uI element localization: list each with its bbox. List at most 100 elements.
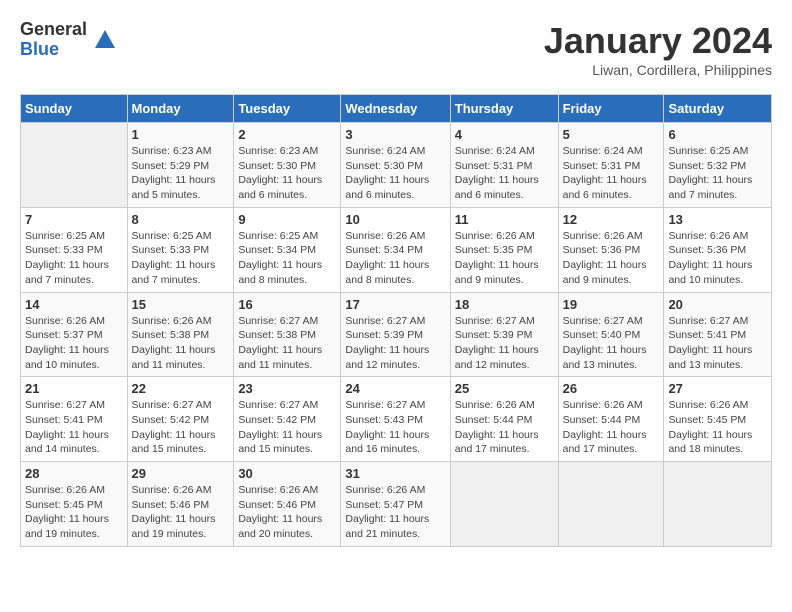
page-header: General Blue January 2024 Liwan, Cordill… (20, 20, 772, 78)
header-friday: Friday (558, 95, 664, 123)
calendar-table: SundayMondayTuesdayWednesdayThursdayFrid… (20, 94, 772, 547)
calendar-cell: 18Sunrise: 6:27 AM Sunset: 5:39 PM Dayli… (450, 292, 558, 377)
calendar-cell: 8 Sunrise: 6:25 AM Sunset: 5:33 PM Daylig… (127, 207, 234, 292)
day-info: Sunrise: 6:26 AM Sunset: 5:47 PM Dayligh… (345, 483, 445, 542)
day-info: Sunrise: 6:25 AM Sunset: 5:34 PM Dayligh… (238, 229, 336, 288)
day-info: Sunrise: 6:23 AM Sunset: 5:30 PM Dayligh… (238, 144, 336, 203)
header-thursday: Thursday (450, 95, 558, 123)
day-number: 22 (132, 381, 230, 396)
day-number: 8 (132, 212, 230, 227)
calendar-cell: 14 Sunrise: 6:26 AM Sunset: 5:37 PM Dayli… (21, 292, 128, 377)
calendar-cell: 24 Sunrise: 6:27 AM Sunset: 5:43 PM Dayli… (341, 377, 450, 462)
calendar-cell: 22 Sunrise: 6:27 AM Sunset: 5:42 PM Dayli… (127, 377, 234, 462)
month-title: January 2024 (544, 20, 772, 62)
day-info: Sunrise: 6:26 AM Sunset: 5:35 PM Dayligh… (455, 229, 554, 288)
day-number: 24 (345, 381, 445, 396)
calendar-cell: 23Sunrise: 6:27 AM Sunset: 5:42 PM Dayli… (234, 377, 341, 462)
day-number: 3 (345, 127, 445, 142)
day-info: Sunrise: 6:26 AM Sunset: 5:34 PM Dayligh… (345, 229, 445, 288)
header-tuesday: Tuesday (234, 95, 341, 123)
day-info: Sunrise: 6:27 AM Sunset: 5:42 PM Dayligh… (132, 398, 230, 457)
day-number: 11 (455, 212, 554, 227)
day-info: Sunrise: 6:24 AM Sunset: 5:30 PM Dayligh… (345, 144, 445, 203)
day-info: Sunrise: 6:27 AM Sunset: 5:40 PM Dayligh… (563, 314, 660, 373)
calendar-header: SundayMondayTuesdayWednesdayThursdayFrid… (21, 95, 772, 123)
day-number: 17 (345, 297, 445, 312)
calendar-cell: 1Sunrise: 6:23 AM Sunset: 5:29 PM Daylig… (127, 123, 234, 208)
day-number: 26 (563, 381, 660, 396)
day-info: Sunrise: 6:26 AM Sunset: 5:37 PM Dayligh… (25, 314, 123, 373)
calendar-cell: 6Sunrise: 6:25 AM Sunset: 5:32 PM Daylig… (664, 123, 772, 208)
day-number: 7 (25, 212, 123, 227)
day-number: 15 (132, 297, 230, 312)
day-info: Sunrise: 6:26 AM Sunset: 5:36 PM Dayligh… (563, 229, 660, 288)
day-number: 2 (238, 127, 336, 142)
day-info: Sunrise: 6:27 AM Sunset: 5:39 PM Dayligh… (345, 314, 445, 373)
calendar-cell (21, 123, 128, 208)
calendar-cell: 2 Sunrise: 6:23 AM Sunset: 5:30 PM Daylig… (234, 123, 341, 208)
day-info: Sunrise: 6:25 AM Sunset: 5:33 PM Dayligh… (132, 229, 230, 288)
calendar-cell: 10 Sunrise: 6:26 AM Sunset: 5:34 PM Dayli… (341, 207, 450, 292)
calendar-cell: 17 Sunrise: 6:27 AM Sunset: 5:39 PM Dayli… (341, 292, 450, 377)
day-info: Sunrise: 6:27 AM Sunset: 5:41 PM Dayligh… (25, 398, 123, 457)
logo-icon (91, 26, 119, 54)
calendar-cell: 4 Sunrise: 6:24 AM Sunset: 5:31 PM Daylig… (450, 123, 558, 208)
title-section: January 2024 Liwan, Cordillera, Philippi… (544, 20, 772, 78)
day-info: Sunrise: 6:26 AM Sunset: 5:46 PM Dayligh… (132, 483, 230, 542)
day-number: 13 (668, 212, 767, 227)
calendar-cell: 28Sunrise: 6:26 AM Sunset: 5:45 PM Dayli… (21, 462, 128, 547)
calendar-cell: 5Sunrise: 6:24 AM Sunset: 5:31 PM Daylig… (558, 123, 664, 208)
location-subtitle: Liwan, Cordillera, Philippines (544, 62, 772, 78)
day-number: 29 (132, 466, 230, 481)
day-info: Sunrise: 6:25 AM Sunset: 5:33 PM Dayligh… (25, 229, 123, 288)
calendar-cell: 20Sunrise: 6:27 AM Sunset: 5:41 PM Dayli… (664, 292, 772, 377)
day-info: Sunrise: 6:26 AM Sunset: 5:44 PM Dayligh… (563, 398, 660, 457)
day-info: Sunrise: 6:26 AM Sunset: 5:44 PM Dayligh… (455, 398, 554, 457)
day-number: 9 (238, 212, 336, 227)
calendar-cell: 19 Sunrise: 6:27 AM Sunset: 5:40 PM Dayli… (558, 292, 664, 377)
calendar-week-3: 14 Sunrise: 6:26 AM Sunset: 5:37 PM Dayli… (21, 292, 772, 377)
calendar-cell: 27Sunrise: 6:26 AM Sunset: 5:45 PM Dayli… (664, 377, 772, 462)
day-number: 12 (563, 212, 660, 227)
calendar-week-2: 7 Sunrise: 6:25 AM Sunset: 5:33 PM Daylig… (21, 207, 772, 292)
header-sunday: Sunday (21, 95, 128, 123)
calendar-cell: 30Sunrise: 6:26 AM Sunset: 5:46 PM Dayli… (234, 462, 341, 547)
calendar-week-5: 28Sunrise: 6:26 AM Sunset: 5:45 PM Dayli… (21, 462, 772, 547)
calendar-cell: 29 Sunrise: 6:26 AM Sunset: 5:46 PM Dayli… (127, 462, 234, 547)
calendar-cell (558, 462, 664, 547)
logo-blue-text: Blue (20, 40, 87, 60)
day-number: 19 (563, 297, 660, 312)
day-number: 4 (455, 127, 554, 142)
day-number: 25 (455, 381, 554, 396)
day-info: Sunrise: 6:27 AM Sunset: 5:39 PM Dayligh… (455, 314, 554, 373)
calendar-cell: 11 Sunrise: 6:26 AM Sunset: 5:35 PM Dayli… (450, 207, 558, 292)
day-number: 14 (25, 297, 123, 312)
calendar-cell: 9 Sunrise: 6:25 AM Sunset: 5:34 PM Daylig… (234, 207, 341, 292)
calendar-cell: 7 Sunrise: 6:25 AM Sunset: 5:33 PM Daylig… (21, 207, 128, 292)
calendar-body: 1Sunrise: 6:23 AM Sunset: 5:29 PM Daylig… (21, 123, 772, 547)
calendar-cell (450, 462, 558, 547)
day-number: 20 (668, 297, 767, 312)
day-number: 27 (668, 381, 767, 396)
calendar-cell (664, 462, 772, 547)
day-info: Sunrise: 6:24 AM Sunset: 5:31 PM Dayligh… (455, 144, 554, 203)
day-info: Sunrise: 6:27 AM Sunset: 5:43 PM Dayligh… (345, 398, 445, 457)
day-info: Sunrise: 6:26 AM Sunset: 5:38 PM Dayligh… (132, 314, 230, 373)
calendar-week-1: 1Sunrise: 6:23 AM Sunset: 5:29 PM Daylig… (21, 123, 772, 208)
header-monday: Monday (127, 95, 234, 123)
header-wednesday: Wednesday (341, 95, 450, 123)
calendar-cell: 3 Sunrise: 6:24 AM Sunset: 5:30 PM Daylig… (341, 123, 450, 208)
calendar-cell: 13 Sunrise: 6:26 AM Sunset: 5:36 PM Dayli… (664, 207, 772, 292)
day-number: 10 (345, 212, 445, 227)
day-number: 31 (345, 466, 445, 481)
header-row: SundayMondayTuesdayWednesdayThursdayFrid… (21, 95, 772, 123)
logo-general-text: General (20, 20, 87, 40)
calendar-cell: 25 Sunrise: 6:26 AM Sunset: 5:44 PM Dayli… (450, 377, 558, 462)
day-info: Sunrise: 6:27 AM Sunset: 5:42 PM Dayligh… (238, 398, 336, 457)
calendar-cell: 12 Sunrise: 6:26 AM Sunset: 5:36 PM Dayli… (558, 207, 664, 292)
day-number: 28 (25, 466, 123, 481)
calendar-week-4: 21Sunrise: 6:27 AM Sunset: 5:41 PM Dayli… (21, 377, 772, 462)
day-info: Sunrise: 6:27 AM Sunset: 5:38 PM Dayligh… (238, 314, 336, 373)
day-info: Sunrise: 6:26 AM Sunset: 5:36 PM Dayligh… (668, 229, 767, 288)
day-number: 6 (668, 127, 767, 142)
